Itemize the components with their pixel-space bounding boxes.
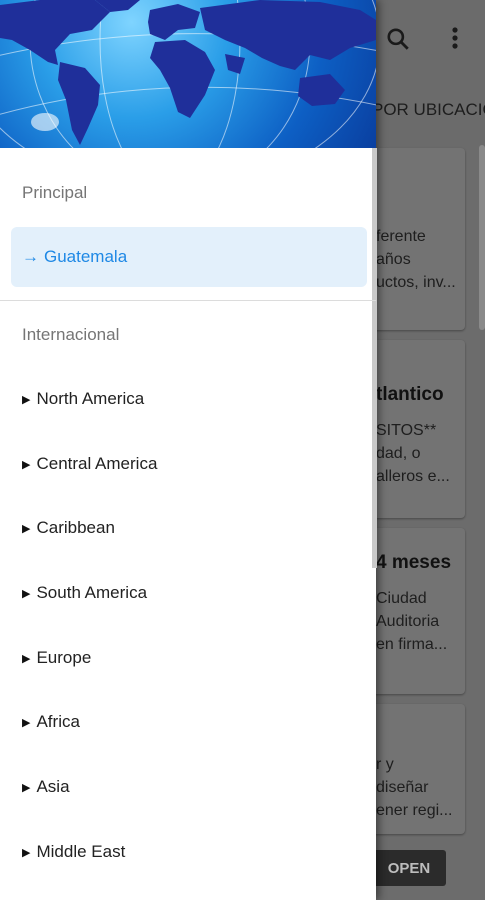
navigation-drawer: Principal → Guatemala Internacional ▶ No… — [0, 0, 377, 900]
nav-item-label: South America — [36, 583, 148, 602]
open-button[interactable]: OPEN — [372, 850, 446, 886]
divider — [0, 300, 376, 301]
list-scrollbar[interactable] — [479, 145, 485, 330]
card-line: alleros e... — [376, 468, 450, 485]
card-title: tlantico — [376, 384, 444, 405]
nav-item-label: Africa — [36, 712, 80, 731]
triangle-right-icon: ▶ — [22, 522, 31, 535]
triangle-right-icon: ▶ — [22, 716, 31, 729]
card-line: diseñar — [376, 779, 429, 796]
card-line: SITOS** — [376, 422, 437, 439]
card-line: r y — [376, 756, 394, 773]
drawer-scrollbar[interactable] — [372, 148, 377, 568]
nav-item-middle-east[interactable]: ▶ Middle East — [22, 842, 125, 862]
card-line: Auditoria — [376, 613, 440, 630]
triangle-right-icon: ▶ — [22, 458, 31, 471]
nav-item-label: Caribbean — [36, 518, 115, 537]
nav-item-label: Europe — [36, 648, 92, 667]
nav-item-label: Middle East — [36, 842, 126, 861]
card-line: en firma... — [376, 636, 448, 653]
world-map-icon — [0, 0, 376, 148]
card-line: uctos, inv... — [376, 274, 456, 291]
nav-item-label: Central America — [36, 454, 158, 473]
nav-item-europe[interactable]: ▶ Europe — [22, 648, 91, 668]
nav-item-label: Guatemala — [44, 247, 128, 266]
nav-item-south-america[interactable]: ▶ South America — [22, 583, 147, 603]
nav-item-label: Asia — [36, 777, 70, 796]
more-vert-icon[interactable] — [448, 24, 462, 59]
triangle-right-icon: ▶ — [22, 846, 31, 859]
triangle-right-icon: ▶ — [22, 652, 31, 665]
card-line: años — [376, 251, 411, 268]
card-line: Ciudad — [376, 590, 427, 607]
section-label-internacional: Internacional — [22, 325, 120, 344]
arrow-right-icon: → — [22, 247, 39, 266]
nav-item-central-america[interactable]: ▶ Central America — [22, 454, 157, 474]
nav-item-africa[interactable]: ▶ Africa — [22, 712, 80, 732]
triangle-right-icon: ▶ — [22, 781, 31, 794]
nav-item-asia[interactable]: ▶ Asia — [22, 777, 70, 797]
drawer-header-image — [0, 0, 376, 148]
card-line: dad, o — [376, 445, 421, 462]
card-line: ferente — [376, 228, 426, 245]
section-label-principal: Principal — [22, 183, 88, 202]
triangle-right-icon: ▶ — [22, 393, 31, 406]
nav-item-label: North America — [36, 389, 145, 408]
search-icon[interactable] — [385, 26, 411, 59]
tab-por-ubicacion[interactable]: POR UBICACIO — [372, 100, 485, 120]
card-line: ener regi... — [376, 802, 453, 819]
nav-item-north-america[interactable]: ▶ North America — [22, 389, 144, 409]
triangle-right-icon: ▶ — [22, 587, 31, 600]
nav-item-guatemala[interactable]: → Guatemala — [11, 227, 367, 287]
nav-item-caribbean[interactable]: ▶ Caribbean — [22, 518, 115, 538]
card-title: 4 meses — [376, 552, 452, 573]
